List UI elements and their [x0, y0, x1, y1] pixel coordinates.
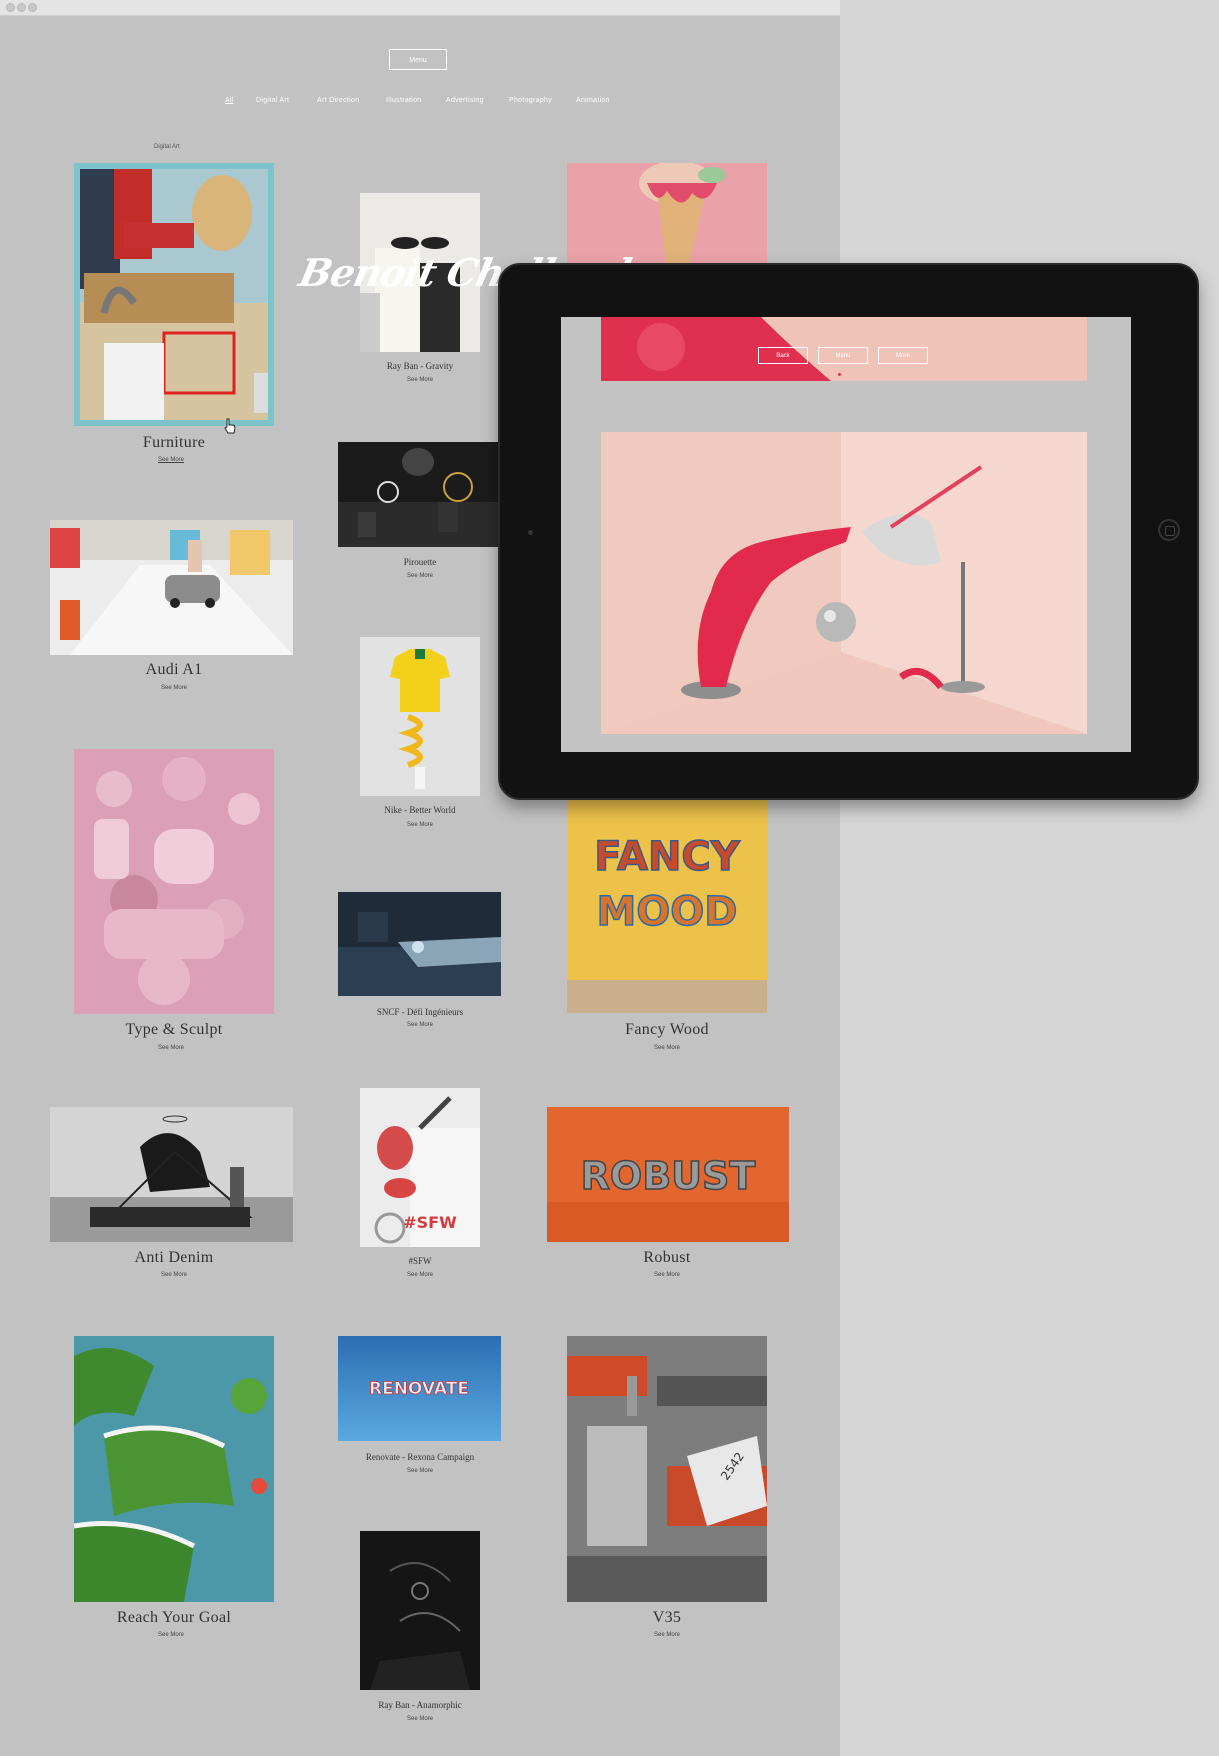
nav-animation[interactable]: Animation: [576, 97, 610, 104]
see-more-link[interactable]: See More: [393, 377, 447, 383]
close-window-icon[interactable]: [6, 3, 15, 12]
type-sculpt-artwork: [74, 749, 274, 1014]
more-button[interactable]: More: [878, 347, 928, 364]
ray-ban-anamorphic-artwork: [360, 1531, 480, 1690]
project-title[interactable]: Ray Ban - Anamorphic: [340, 1700, 500, 1710]
project-title[interactable]: #SFW: [340, 1256, 500, 1266]
audi-a1-artwork: [50, 520, 293, 655]
project-thumbnail-sfw[interactable]: #SFW: [360, 1088, 480, 1247]
renovate-word: RENOVATE: [369, 1379, 469, 1399]
see-more-link[interactable]: See More: [640, 1045, 694, 1051]
project-title[interactable]: Reach Your Goal: [84, 1609, 264, 1627]
project-title[interactable]: Fancy Wood: [577, 1021, 757, 1039]
see-more-link[interactable]: See More: [393, 1022, 447, 1028]
mood-word: MOOD: [596, 889, 737, 935]
pirouette-artwork: [338, 442, 501, 547]
see-more-link[interactable]: See More: [144, 457, 198, 463]
project-title[interactable]: Ray Ban - Gravity: [340, 361, 500, 371]
browser-titlebar: [0, 0, 840, 16]
project-title[interactable]: SNCF - Défi Ingénieurs: [330, 1007, 510, 1017]
reach-your-goal-artwork: [74, 1336, 274, 1602]
sncf-artwork: [338, 892, 501, 996]
project-title[interactable]: Type & Sculpt: [84, 1021, 264, 1039]
see-more-link[interactable]: See More: [144, 1632, 198, 1638]
see-more-link[interactable]: See More: [144, 1045, 198, 1051]
project-title[interactable]: Furniture: [94, 434, 254, 452]
tablet-device: Back Menu More: [498, 263, 1199, 800]
category-tooltip: Digital Art: [154, 144, 180, 150]
back-button[interactable]: Back: [758, 347, 808, 364]
sfw-artwork: #SFW: [360, 1088, 480, 1247]
project-thumbnail-audi-a1[interactable]: [50, 520, 293, 655]
project-thumbnail-anti-denim[interactable]: [50, 1107, 293, 1242]
see-more-link[interactable]: See More: [147, 685, 201, 691]
category-nav: All Digital Art Art Direction Illustrati…: [0, 97, 840, 109]
nav-digital-art[interactable]: Digital Art: [256, 97, 289, 104]
project-title[interactable]: Audi A1: [94, 661, 254, 679]
slide-indicator-dot: [838, 373, 841, 376]
project-thumbnail-robust[interactable]: ROBUST: [547, 1107, 789, 1242]
nav-advertising[interactable]: Advertising: [446, 97, 484, 104]
project-title[interactable]: Renovate - Rexona Campaign: [330, 1452, 510, 1462]
project-thumbnail-reach-your-goal[interactable]: [74, 1336, 274, 1602]
project-title[interactable]: Robust: [587, 1249, 747, 1267]
fancy-word: FANCY: [594, 834, 741, 880]
anti-denim-artwork: [50, 1107, 293, 1242]
nav-art-direction[interactable]: Art Direction: [317, 97, 359, 104]
project-thumbnail-fancy-wood[interactable]: FANCY MOOD: [567, 800, 767, 1013]
robust-word: ROBUST: [581, 1154, 756, 1198]
robust-artwork: ROBUST: [547, 1107, 789, 1242]
hand-cursor-icon: [224, 418, 236, 434]
fancy-wood-artwork: FANCY MOOD: [567, 800, 767, 1013]
menu-button[interactable]: Menu: [389, 49, 447, 70]
v35-artwork: 2542: [567, 1336, 767, 1602]
see-more-link[interactable]: See More: [393, 1272, 447, 1278]
tablet-feature-image: [601, 432, 1087, 734]
see-more-link[interactable]: See More: [640, 1632, 694, 1638]
project-thumbnail-pirouette[interactable]: [338, 442, 501, 547]
minimize-window-icon[interactable]: [17, 3, 26, 12]
see-more-link[interactable]: See More: [393, 822, 447, 828]
see-more-link[interactable]: See More: [393, 573, 447, 579]
see-more-link[interactable]: See More: [393, 1468, 447, 1474]
project-title[interactable]: Anti Denim: [94, 1249, 254, 1267]
nav-all[interactable]: All: [225, 97, 234, 104]
project-title[interactable]: Nike - Better World: [340, 805, 500, 815]
see-more-link[interactable]: See More: [640, 1272, 694, 1278]
maximize-window-icon[interactable]: [28, 3, 37, 12]
project-title[interactable]: V35: [587, 1609, 747, 1627]
tablet-menu-button[interactable]: Menu: [818, 347, 868, 364]
project-thumbnail-furniture[interactable]: [74, 163, 274, 426]
sfw-word: #SFW: [403, 1213, 457, 1232]
hands-sculpture-artwork: [601, 432, 1087, 734]
project-thumbnail-sncf[interactable]: [338, 892, 501, 996]
furniture-artwork: [80, 169, 268, 420]
project-thumbnail-nike[interactable]: [360, 637, 480, 796]
project-thumbnail-type-sculpt[interactable]: [74, 749, 274, 1014]
project-thumbnail-v35[interactable]: 2542: [567, 1336, 767, 1602]
camera-icon: [528, 530, 533, 535]
tablet-screen: Back Menu More: [561, 317, 1131, 752]
project-thumbnail-renovate[interactable]: RENOVATE: [338, 1336, 501, 1441]
project-title[interactable]: Pirouette: [340, 557, 500, 567]
see-more-link[interactable]: See More: [393, 1716, 447, 1722]
nav-illustration[interactable]: Illustration: [386, 97, 422, 104]
project-thumbnail-ray-ban-anamorphic[interactable]: [360, 1531, 480, 1690]
renovate-artwork: RENOVATE: [338, 1336, 501, 1441]
nav-photography[interactable]: Photography: [509, 97, 552, 104]
home-button-icon[interactable]: [1158, 519, 1180, 541]
see-more-link[interactable]: See More: [147, 1272, 201, 1278]
nike-artwork: [360, 637, 480, 796]
